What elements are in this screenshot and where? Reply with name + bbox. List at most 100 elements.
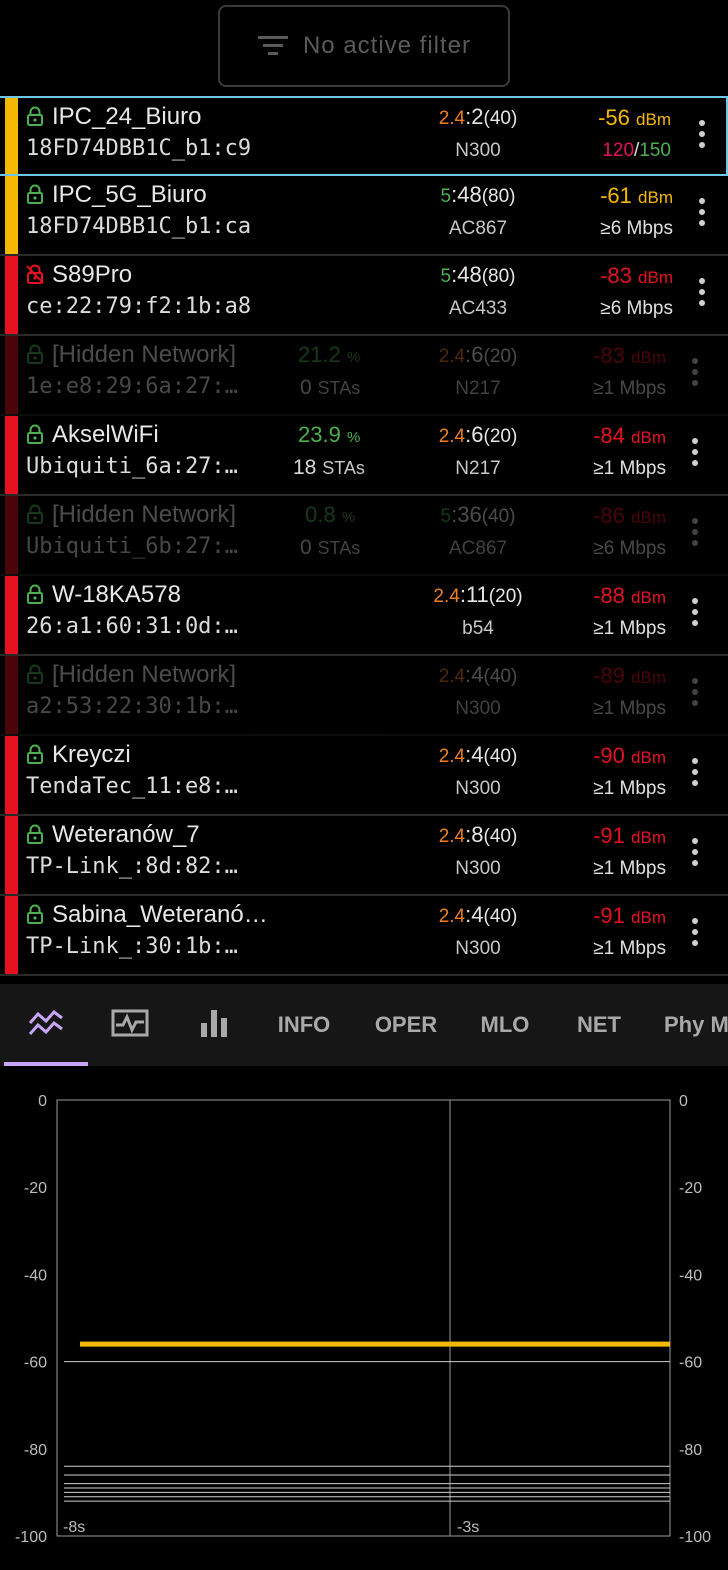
channel-width: (80) <box>481 186 516 207</box>
tab-label: MLO <box>480 1012 530 1037</box>
network-row[interactable]: Sabina_Weteranó… TP-Link_:30:1b:… 2.4:4(40… <box>0 896 728 976</box>
bssid-label: 18FD74DBB1C_b1:ca <box>26 214 252 239</box>
bssid-label: Ubiquiti_6b:27:… <box>26 534 238 559</box>
ssid-label: W-18KA578 <box>52 581 181 608</box>
network-row[interactable]: [Hidden Network] Ubiquiti_6b:27:… 0.8 % 0 S… <box>0 496 728 576</box>
signal-dbm: -61 dBm <box>600 183 673 209</box>
signal-strength-bar <box>5 656 18 734</box>
channel-width: (40) <box>483 906 518 927</box>
network-row[interactable]: Weteranów_7 TP-Link_:8d:82:… 2.4:8(40) N300… <box>0 816 728 896</box>
x-tick-label: -8s <box>63 1519 85 1536</box>
overflow-menu-icon[interactable] <box>690 598 700 632</box>
channel-info: 2.4:8(40) <box>438 822 518 847</box>
station-count-value: 0 <box>300 536 312 559</box>
channel-number: 36 <box>457 502 482 527</box>
dbm-unit: dBm <box>638 188 673 207</box>
dbm-value: -83 <box>600 263 632 288</box>
rate-value: ≥1 Mbps <box>593 858 666 879</box>
overflow-menu-icon[interactable] <box>690 758 700 792</box>
overflow-menu-icon[interactable] <box>697 198 707 232</box>
tab-mlo[interactable]: MLO <box>462 984 548 1066</box>
overflow-menu-icon[interactable] <box>697 120 707 154</box>
signal-dbm: -56 dBm <box>598 105 671 131</box>
rate-value: ≥1 Mbps <box>593 378 666 399</box>
channel-number: 11 <box>465 582 489 607</box>
rate-value: ≥6 Mbps <box>593 538 666 559</box>
tab-bar-chart[interactable] <box>172 984 256 1066</box>
overflow-menu-icon[interactable] <box>690 438 700 472</box>
overflow-menu-icon[interactable] <box>690 358 700 392</box>
signal-time-graph-icon <box>27 1007 65 1044</box>
y-tick-label-left: -60 <box>24 1355 47 1372</box>
rate-value: ≥1 Mbps <box>593 698 666 719</box>
channel-info: 5:36(40) <box>440 502 516 527</box>
tab-signal-monitor[interactable] <box>88 984 172 1066</box>
tab-phy-m[interactable]: Phy M <box>646 984 728 1066</box>
overflow-menu-icon[interactable] <box>690 918 700 952</box>
network-row[interactable]: S89Pro ce:22:79:f2:1b:a8 5:48(80) AC433 -83 … <box>0 256 728 336</box>
network-row[interactable]: AkselWiFi Ubiquiti_6a:27:… 23.9 % 18 STAs 2.… <box>0 416 728 496</box>
network-row[interactable]: W-18KA578 26:a1:60:31:0d:… 2.4:11(20) b54 -8… <box>0 576 728 656</box>
network-row[interactable]: Kreyczi TendaTec_11:e8:… 2.4:4(40) N300 -90 … <box>0 736 728 816</box>
signal-dbm: -83 dBm <box>593 343 666 369</box>
phy-standard: N300 <box>455 858 501 879</box>
filter-button[interactable]: No active filter <box>218 5 510 87</box>
tab-signal-time-graph[interactable] <box>4 984 88 1066</box>
link-rate: 120/150 <box>602 140 671 162</box>
dbm-value: -84 <box>593 423 625 448</box>
network-row[interactable]: IPC_24_Biuro 18FD74DBB1C_b1:c9 2.4:2(40) N3… <box>0 96 728 176</box>
channel-number: 4 <box>471 902 484 927</box>
ssid-label: Kreyczi <box>52 741 131 768</box>
tab-oper[interactable]: OPER <box>362 984 450 1066</box>
rate-max: 150 <box>639 140 671 161</box>
network-row[interactable]: IPC_5G_Biuro 18FD74DBB1C_b1:ca 5:48(80) AC8… <box>0 176 728 256</box>
tab-bar: INFO OPER MLO NET Phy M <box>0 984 728 1066</box>
channel-width: (40) <box>483 108 518 129</box>
band-label: 5 <box>440 506 452 527</box>
signal-dbm: -88 dBm <box>593 583 666 609</box>
tab-label: NET <box>577 1012 621 1037</box>
signal-strength-bar <box>5 336 18 414</box>
overflow-menu-icon[interactable] <box>697 278 707 312</box>
rate-value: ≥6 Mbps <box>600 298 673 319</box>
station-count-unit: STAs <box>317 538 361 558</box>
signal-monitor-icon <box>110 1008 150 1043</box>
rate-value: ≥1 Mbps <box>593 778 666 799</box>
link-rate: ≥1 Mbps <box>593 458 666 480</box>
bssid-label: TendaTec_11:e8:… <box>26 774 238 799</box>
band-label: 5 <box>440 266 452 287</box>
channel-number: 48 <box>457 182 482 207</box>
filter-list-icon <box>257 33 289 59</box>
rate-value: ≥6 Mbps <box>600 218 673 239</box>
y-tick-label-right: -80 <box>679 1442 702 1459</box>
link-rate: ≥6 Mbps <box>593 538 666 560</box>
lock-icon <box>27 584 43 604</box>
station-count-unit: STAs <box>317 378 361 398</box>
band-label: 2.4 <box>438 108 466 129</box>
channel-info: 5:48(80) <box>440 182 516 207</box>
lock-icon <box>27 344 43 364</box>
ssid-label: [Hidden Network] <box>52 501 237 528</box>
channel-width: (40) <box>483 826 518 847</box>
link-rate: ≥1 Mbps <box>593 698 666 720</box>
overflow-menu-icon[interactable] <box>690 678 700 712</box>
overflow-menu-icon[interactable] <box>690 838 700 872</box>
signal-dbm: -90 dBm <box>593 743 666 769</box>
network-row[interactable]: [Hidden Network] a2:53:22:30:1b:… 2.4:4(40… <box>0 656 728 736</box>
ssid-label: S89Pro <box>52 261 133 288</box>
network-row[interactable]: [Hidden Network] 1e:e8:29:6a:27:… 21.2 % 0 … <box>0 336 728 416</box>
station-count-value: 0 <box>300 376 312 399</box>
ssid-label: [Hidden Network] <box>52 661 237 688</box>
band-label: 2.4 <box>438 826 466 847</box>
bssid-label: 1e:e8:29:6a:27:… <box>26 374 238 399</box>
channel-utilization: 0.8 % <box>305 502 355 528</box>
tab-net[interactable]: NET <box>556 984 642 1066</box>
signal-dbm: -89 dBm <box>593 663 666 689</box>
band-label: 2.4 <box>438 426 466 447</box>
tab-info[interactable]: INFO <box>262 984 346 1066</box>
overflow-menu-icon[interactable] <box>690 518 700 552</box>
link-rate: ≥1 Mbps <box>593 938 666 960</box>
phy-standard: N300 <box>455 140 501 161</box>
lock-icon <box>27 106 43 126</box>
bssid-label: ce:22:79:f2:1b:a8 <box>26 294 252 319</box>
